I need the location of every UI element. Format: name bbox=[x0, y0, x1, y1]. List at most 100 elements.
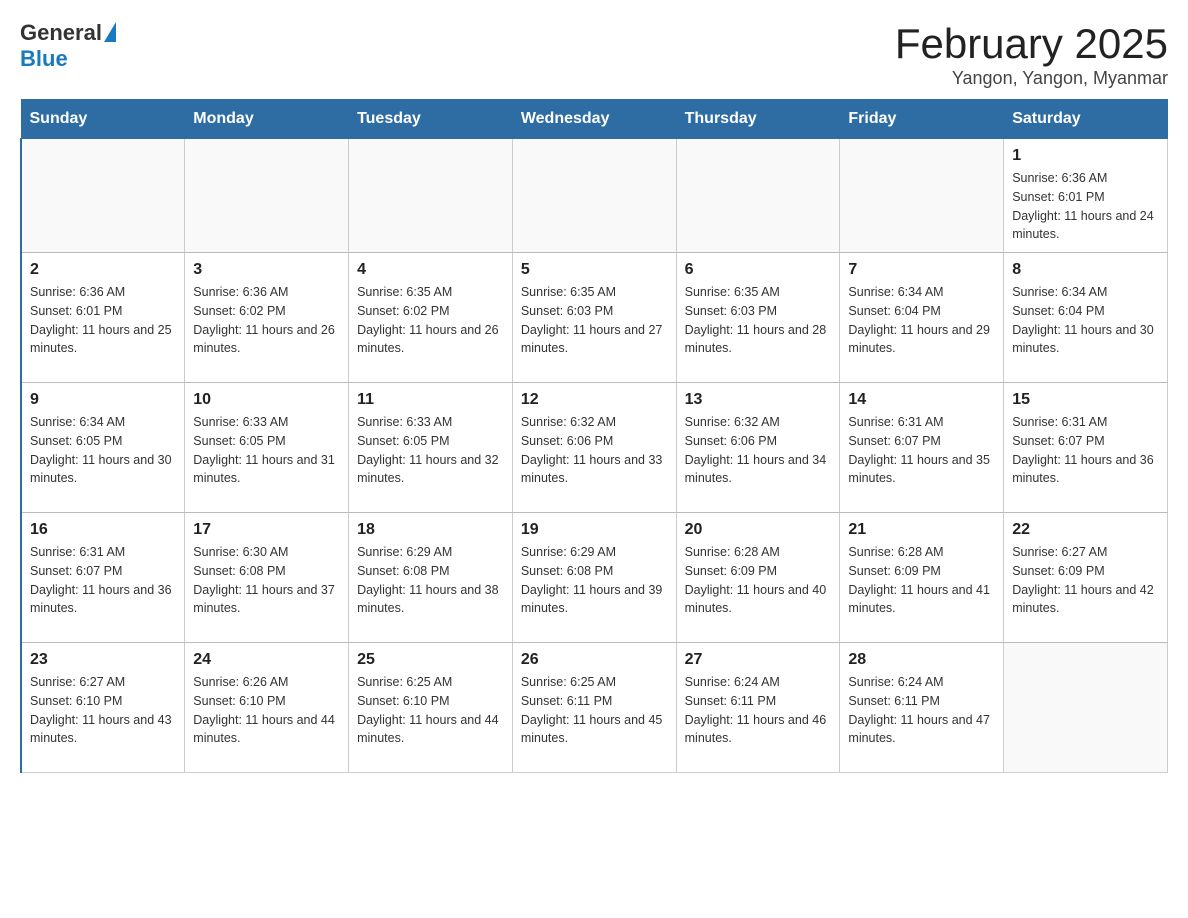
calendar-cell: 2 Sunrise: 6:36 AM Sunset: 6:01 PM Daylig… bbox=[21, 253, 185, 383]
calendar-cell: 9 Sunrise: 6:34 AM Sunset: 6:05 PM Daylig… bbox=[21, 383, 185, 513]
day-number: 20 bbox=[685, 521, 832, 539]
day-number: 16 bbox=[30, 521, 176, 539]
calendar-cell: 5Sunrise: 6:35 AM Sunset: 6:03 PM Daylig… bbox=[512, 253, 676, 383]
calendar-cell bbox=[21, 139, 185, 253]
calendar-cell: 19Sunrise: 6:29 AM Sunset: 6:08 PM Dayli… bbox=[512, 513, 676, 643]
day-info: Sunrise: 6:35 AM Sunset: 6:03 PM Dayligh… bbox=[685, 283, 832, 358]
day-number: 13 bbox=[685, 391, 832, 409]
calendar-cell: 25 Sunrise: 6:25 AM Sunset: 6:10 PM Dayli… bbox=[349, 643, 513, 773]
day-number: 17 bbox=[193, 521, 340, 539]
calendar-week-2: 2 Sunrise: 6:36 AM Sunset: 6:01 PM Daylig… bbox=[21, 253, 1168, 383]
calendar-cell: 8 Sunrise: 6:34 AM Sunset: 6:04 PM Daylig… bbox=[1004, 253, 1168, 383]
calendar-cell bbox=[512, 139, 676, 253]
day-number: 10 bbox=[193, 391, 340, 409]
day-number: 7 bbox=[848, 261, 995, 279]
calendar-week-3: 9 Sunrise: 6:34 AM Sunset: 6:05 PM Daylig… bbox=[21, 383, 1168, 513]
calendar-cell: 1 Sunrise: 6:36 AM Sunset: 6:01 PM Daylig… bbox=[1004, 139, 1168, 253]
calendar-cell: 22Sunrise: 6:27 AM Sunset: 6:09 PM Dayli… bbox=[1004, 513, 1168, 643]
calendar-cell bbox=[676, 139, 840, 253]
day-info: Sunrise: 6:31 AM Sunset: 6:07 PM Dayligh… bbox=[30, 543, 176, 618]
calendar-cell: 21Sunrise: 6:28 AM Sunset: 6:09 PM Dayli… bbox=[840, 513, 1004, 643]
calendar-cell: 7 Sunrise: 6:34 AM Sunset: 6:04 PM Daylig… bbox=[840, 253, 1004, 383]
day-info: Sunrise: 6:36 AM Sunset: 6:01 PM Dayligh… bbox=[1012, 169, 1159, 244]
day-number: 19 bbox=[521, 521, 668, 539]
day-info: Sunrise: 6:30 AM Sunset: 6:08 PM Dayligh… bbox=[193, 543, 340, 618]
calendar-cell: 18 Sunrise: 6:29 AM Sunset: 6:08 PM Dayli… bbox=[349, 513, 513, 643]
day-info: Sunrise: 6:24 AM Sunset: 6:11 PM Dayligh… bbox=[685, 673, 832, 748]
calendar-week-5: 23Sunrise: 6:27 AM Sunset: 6:10 PM Dayli… bbox=[21, 643, 1168, 773]
day-info: Sunrise: 6:31 AM Sunset: 6:07 PM Dayligh… bbox=[1012, 413, 1159, 488]
day-number: 25 bbox=[357, 651, 504, 669]
day-number: 21 bbox=[848, 521, 995, 539]
month-title: February 2025 bbox=[895, 20, 1168, 68]
header-monday: Monday bbox=[185, 100, 349, 139]
calendar-cell: 24Sunrise: 6:26 AM Sunset: 6:10 PM Dayli… bbox=[185, 643, 349, 773]
calendar-header: SundayMondayTuesdayWednesdayThursdayFrid… bbox=[21, 100, 1168, 139]
header-friday: Friday bbox=[840, 100, 1004, 139]
calendar-cell bbox=[185, 139, 349, 253]
title-section: February 2025 Yangon, Yangon, Myanmar bbox=[895, 20, 1168, 89]
calendar-cell: 12Sunrise: 6:32 AM Sunset: 6:06 PM Dayli… bbox=[512, 383, 676, 513]
logo-general-text: General bbox=[20, 20, 102, 46]
day-number: 26 bbox=[521, 651, 668, 669]
calendar-cell: 3 Sunrise: 6:36 AM Sunset: 6:02 PM Daylig… bbox=[185, 253, 349, 383]
day-info: Sunrise: 6:32 AM Sunset: 6:06 PM Dayligh… bbox=[685, 413, 832, 488]
calendar-cell: 26 Sunrise: 6:25 AM Sunset: 6:11 PM Dayli… bbox=[512, 643, 676, 773]
calendar-cell: 28 Sunrise: 6:24 AM Sunset: 6:11 PM Dayli… bbox=[840, 643, 1004, 773]
calendar-week-1: 1 Sunrise: 6:36 AM Sunset: 6:01 PM Daylig… bbox=[21, 139, 1168, 253]
day-number: 9 bbox=[30, 391, 176, 409]
day-number: 2 bbox=[30, 261, 176, 279]
day-info: Sunrise: 6:36 AM Sunset: 6:01 PM Dayligh… bbox=[30, 283, 176, 358]
day-info: Sunrise: 6:25 AM Sunset: 6:11 PM Dayligh… bbox=[521, 673, 668, 748]
calendar-cell: 16 Sunrise: 6:31 AM Sunset: 6:07 PM Dayli… bbox=[21, 513, 185, 643]
day-info: Sunrise: 6:36 AM Sunset: 6:02 PM Dayligh… bbox=[193, 283, 340, 358]
day-info: Sunrise: 6:34 AM Sunset: 6:04 PM Dayligh… bbox=[848, 283, 995, 358]
day-number: 12 bbox=[521, 391, 668, 409]
day-info: Sunrise: 6:27 AM Sunset: 6:10 PM Dayligh… bbox=[30, 673, 176, 748]
logo-blue-text: Blue bbox=[20, 46, 68, 72]
day-info: Sunrise: 6:34 AM Sunset: 6:05 PM Dayligh… bbox=[30, 413, 176, 488]
calendar-cell: 17 Sunrise: 6:30 AM Sunset: 6:08 PM Dayli… bbox=[185, 513, 349, 643]
day-number: 15 bbox=[1012, 391, 1159, 409]
calendar-cell: 6 Sunrise: 6:35 AM Sunset: 6:03 PM Daylig… bbox=[676, 253, 840, 383]
day-info: Sunrise: 6:31 AM Sunset: 6:07 PM Dayligh… bbox=[848, 413, 995, 488]
calendar-cell: 14Sunrise: 6:31 AM Sunset: 6:07 PM Dayli… bbox=[840, 383, 1004, 513]
logo-triangle-icon bbox=[104, 22, 116, 42]
day-info: Sunrise: 6:35 AM Sunset: 6:02 PM Dayligh… bbox=[357, 283, 504, 358]
day-info: Sunrise: 6:28 AM Sunset: 6:09 PM Dayligh… bbox=[685, 543, 832, 618]
page-header: General Blue February 2025 Yangon, Yango… bbox=[20, 20, 1168, 89]
calendar-cell: 23Sunrise: 6:27 AM Sunset: 6:10 PM Dayli… bbox=[21, 643, 185, 773]
day-number: 3 bbox=[193, 261, 340, 279]
calendar-table: SundayMondayTuesdayWednesdayThursdayFrid… bbox=[20, 99, 1168, 773]
day-info: Sunrise: 6:29 AM Sunset: 6:08 PM Dayligh… bbox=[357, 543, 504, 618]
day-number: 27 bbox=[685, 651, 832, 669]
header-saturday: Saturday bbox=[1004, 100, 1168, 139]
calendar-cell: 4 Sunrise: 6:35 AM Sunset: 6:02 PM Daylig… bbox=[349, 253, 513, 383]
header-thursday: Thursday bbox=[676, 100, 840, 139]
day-number: 22 bbox=[1012, 521, 1159, 539]
day-number: 1 bbox=[1012, 147, 1159, 165]
location-title: Yangon, Yangon, Myanmar bbox=[895, 68, 1168, 89]
calendar-cell: 20 Sunrise: 6:28 AM Sunset: 6:09 PM Dayli… bbox=[676, 513, 840, 643]
header-wednesday: Wednesday bbox=[512, 100, 676, 139]
calendar-cell: 10 Sunrise: 6:33 AM Sunset: 6:05 PM Dayli… bbox=[185, 383, 349, 513]
calendar-cell bbox=[349, 139, 513, 253]
calendar-cell: 13 Sunrise: 6:32 AM Sunset: 6:06 PM Dayli… bbox=[676, 383, 840, 513]
calendar-cell bbox=[840, 139, 1004, 253]
header-tuesday: Tuesday bbox=[349, 100, 513, 139]
day-number: 6 bbox=[685, 261, 832, 279]
day-number: 8 bbox=[1012, 261, 1159, 279]
day-info: Sunrise: 6:24 AM Sunset: 6:11 PM Dayligh… bbox=[848, 673, 995, 748]
calendar-cell bbox=[1004, 643, 1168, 773]
day-info: Sunrise: 6:26 AM Sunset: 6:10 PM Dayligh… bbox=[193, 673, 340, 748]
logo: General Blue bbox=[20, 20, 116, 72]
day-number: 18 bbox=[357, 521, 504, 539]
day-number: 4 bbox=[357, 261, 504, 279]
day-info: Sunrise: 6:25 AM Sunset: 6:10 PM Dayligh… bbox=[357, 673, 504, 748]
day-number: 5 bbox=[521, 261, 668, 279]
day-info: Sunrise: 6:34 AM Sunset: 6:04 PM Dayligh… bbox=[1012, 283, 1159, 358]
day-number: 28 bbox=[848, 651, 995, 669]
day-info: Sunrise: 6:33 AM Sunset: 6:05 PM Dayligh… bbox=[193, 413, 340, 488]
calendar-week-4: 16 Sunrise: 6:31 AM Sunset: 6:07 PM Dayli… bbox=[21, 513, 1168, 643]
day-info: Sunrise: 6:33 AM Sunset: 6:05 PM Dayligh… bbox=[357, 413, 504, 488]
